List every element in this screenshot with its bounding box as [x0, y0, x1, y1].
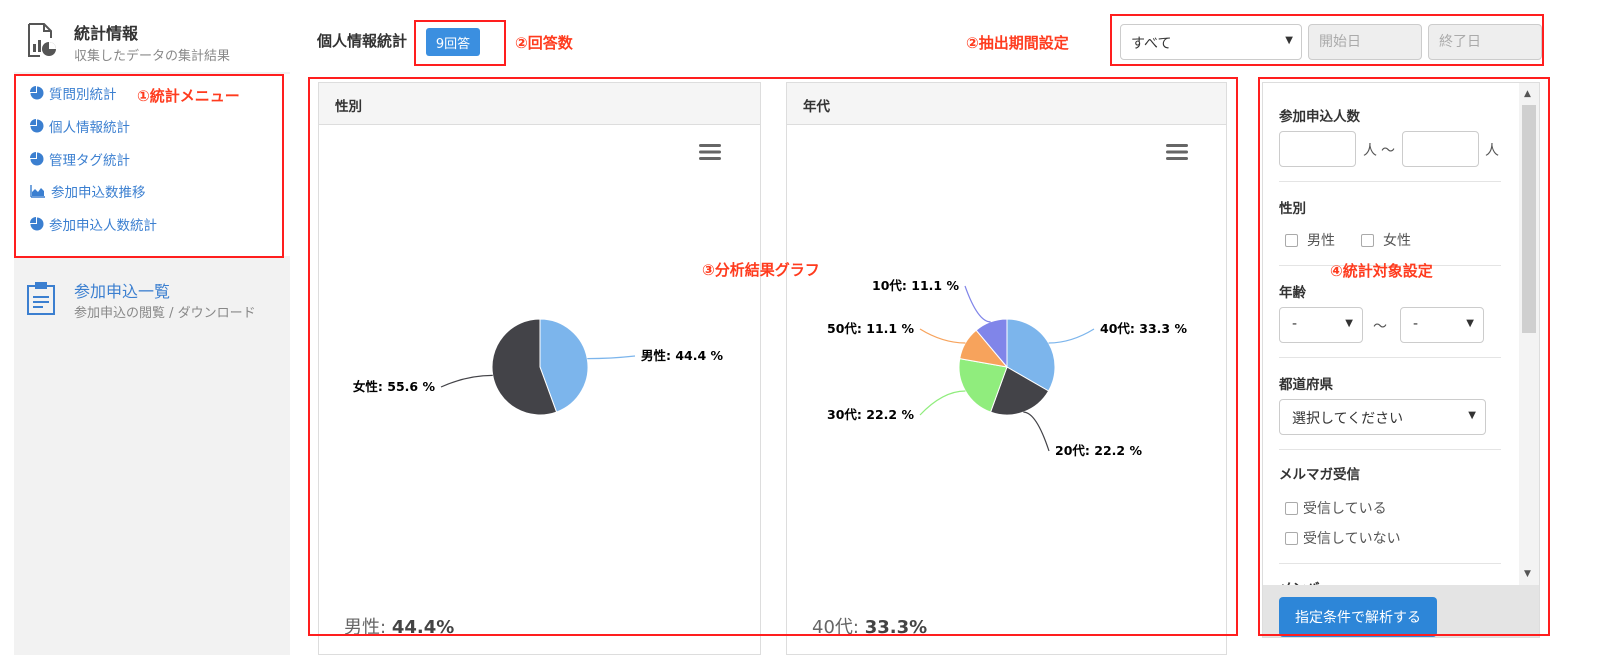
sidebar-section-subtitle: 参加申込の閲覧 / ダウンロード: [74, 306, 256, 321]
sidebar-section-title: 参加申込一覧: [74, 282, 171, 301]
sidebar-item-application-list[interactable]: 参加申込一覧 参加申込の閲覧 / ダウンロード: [14, 268, 290, 338]
annotation-graph: ③分析結果グラフ: [702, 261, 820, 279]
sidebar-subtitle: 収集したデータの集計結果: [74, 49, 231, 64]
annotation-box-period: [1110, 14, 1544, 66]
annotation-box-filter: [1258, 77, 1550, 636]
page-title: 個人情報統計: [317, 32, 408, 50]
annotation-box-count: [414, 20, 506, 66]
sidebar-title: 統計情報: [74, 24, 139, 43]
annotation-box-graph: [308, 77, 1238, 636]
sidebar-header: 統計情報 収集したデータの集計結果: [14, 0, 290, 72]
annotation-menu: ①統計メニュー: [137, 87, 240, 105]
annotation-count: ②回答数: [515, 34, 573, 52]
annotation-period: ②抽出期間設定: [966, 34, 1069, 52]
annotation-filter: ④統計対象設定: [1330, 262, 1433, 280]
clipboard-icon: [26, 280, 56, 320]
statistics-document-icon: [26, 22, 58, 62]
